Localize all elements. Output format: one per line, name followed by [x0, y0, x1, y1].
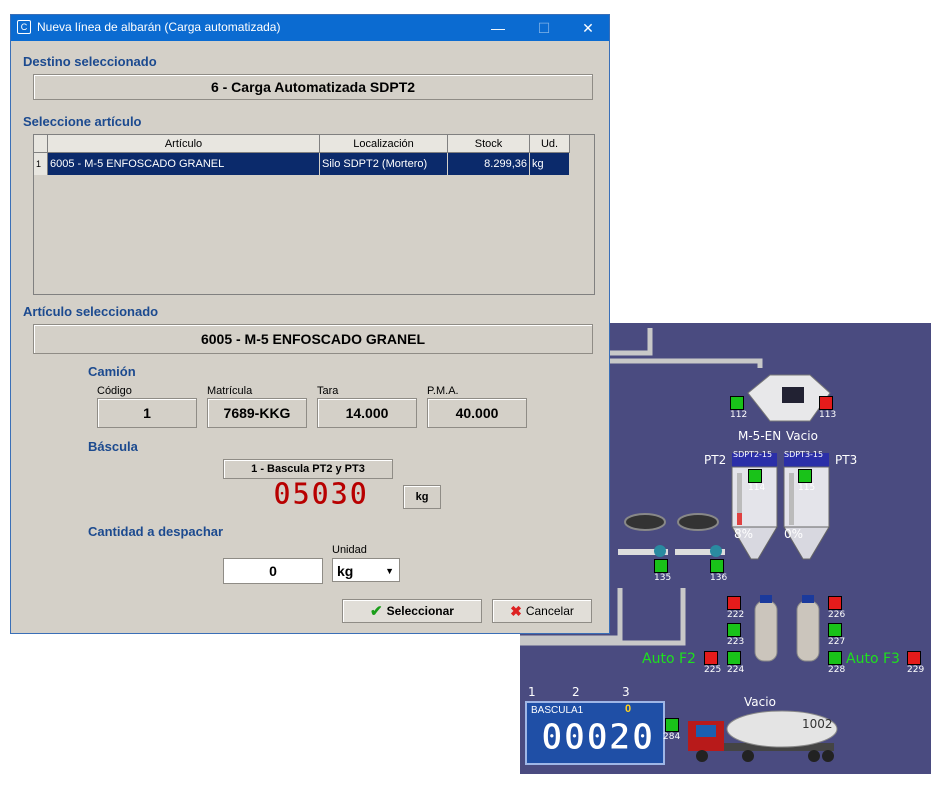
cancelar-button[interactable]: ✖ Cancelar — [492, 599, 592, 623]
label-auto-f3: Auto F3 — [846, 651, 900, 667]
tag-135: 135 — [654, 573, 672, 583]
cell-localizacion[interactable]: Silo SDPT2 (Mortero) — [319, 152, 448, 175]
articulo-grid[interactable]: Artículo Localización Stock Ud. 1 6005 -… — [33, 134, 595, 295]
bascula-reading: 05030 — [272, 477, 369, 513]
unidad-label: Unidad — [332, 544, 367, 556]
status-indicator-112 — [730, 396, 744, 410]
codigo-field: 1 — [97, 398, 197, 428]
status-indicator-226 — [828, 596, 842, 610]
status-indicator-115 — [798, 469, 812, 483]
dialog-window: C Nueva línea de albarán (Carga automati… — [10, 14, 610, 634]
tag-226: 226 — [828, 610, 846, 620]
title-bar[interactable]: C Nueva línea de albarán (Carga automati… — [11, 15, 609, 41]
status-indicator-228 — [828, 651, 842, 665]
row-number: 1 — [34, 152, 48, 175]
label-pt2: PT2 — [704, 453, 727, 467]
maximize-button: ☐ — [537, 20, 551, 36]
scale-tab-2[interactable]: 2 — [572, 685, 580, 699]
tag-223: 223 — [727, 637, 745, 647]
status-indicator-222 — [727, 596, 741, 610]
matricula-label: Matrícula — [207, 385, 253, 397]
bascula1-name: BASCULA1 — [531, 705, 584, 716]
column-stock[interactable]: Stock — [447, 135, 530, 153]
tag-136: 136 — [710, 573, 728, 583]
bascula1-zero: 0 — [625, 703, 632, 715]
status-indicator-284 — [665, 718, 679, 732]
label-vacio-top: Vacio — [786, 429, 818, 443]
status-indicator-223 — [727, 623, 741, 637]
label-pt3: PT3 — [835, 453, 858, 467]
cell-ud[interactable]: kg — [529, 152, 570, 175]
tag-112: 112 — [730, 410, 748, 420]
grid-header-row: Artículo Localización Stock Ud. — [34, 135, 570, 153]
label-pct2: 0% — [784, 527, 804, 541]
column-ud[interactable]: Ud. — [529, 135, 570, 153]
label-vacio-truck: Vacio — [744, 695, 776, 709]
grid-corner — [34, 135, 48, 153]
tag-114: 114 — [748, 483, 766, 493]
tag-222: 222 — [727, 610, 745, 620]
status-indicator-225 — [704, 651, 718, 665]
table-row[interactable]: 1 6005 - M-5 ENFOSCADO GRANEL Silo SDPT2… — [34, 152, 570, 175]
scale-tab-3[interactable]: 3 — [622, 685, 630, 699]
articulo-seleccionado-label: Artículo seleccionado — [23, 304, 159, 319]
unidad-select-value: kg — [337, 563, 354, 579]
window-title: Nueva línea de albarán (Carga automatiza… — [37, 20, 281, 34]
close-button[interactable]: ✕ — [565, 15, 611, 41]
column-articulo[interactable]: Artículo — [47, 135, 320, 153]
bascula1-display: BASCULA1 0 00020 — [525, 701, 665, 765]
label-auto-f2: Auto F2 — [642, 651, 696, 667]
tag-225: 225 — [704, 665, 722, 675]
cantidad-input[interactable]: 0 — [223, 558, 323, 584]
bascula-label: Báscula — [88, 439, 138, 454]
articulo-seleccionado-field: 6005 - M-5 ENFOSCADO GRANEL — [33, 324, 593, 354]
tag-228: 228 — [828, 665, 846, 675]
cancelar-label: Cancelar — [525, 604, 574, 618]
bascula1-value: 00020 — [540, 717, 655, 759]
cell-stock[interactable]: 8.299,36 — [447, 152, 530, 175]
column-localizacion[interactable]: Localización — [319, 135, 448, 153]
app-icon: C — [17, 20, 31, 34]
scale-tab-1[interactable]: 1 — [528, 685, 536, 699]
tag-224: 224 — [727, 665, 745, 675]
tag-227: 227 — [828, 637, 846, 647]
cantidad-label: Cantidad a despachar — [88, 524, 224, 539]
bascula-name-field: 1 - Bascula PT2 y PT3 — [223, 459, 393, 479]
label-silo1: SDPT2-15 — [733, 450, 773, 459]
codigo-label: Código — [97, 385, 132, 397]
unidad-select[interactable]: kg ▼ — [332, 558, 400, 582]
pma-field: 40.000 — [427, 398, 527, 428]
articulo-grid-label: Seleccione artículo — [23, 114, 142, 129]
label-pct1: 8% — [734, 527, 754, 541]
label-m5: M-5-EN — [738, 429, 782, 443]
seleccionar-button[interactable]: ✔ Seleccionar — [342, 599, 482, 623]
cell-articulo[interactable]: 6005 - M-5 ENFOSCADO GRANEL — [47, 152, 320, 175]
cancel-x-icon: ✖ — [510, 602, 522, 619]
destino-label: Destino seleccionado — [23, 54, 157, 69]
camion-label: Camión — [88, 364, 136, 379]
status-indicator-135 — [654, 559, 668, 573]
matricula-field: 7689-KKG — [207, 398, 307, 428]
status-indicator-227 — [828, 623, 842, 637]
minimize-button[interactable]: — — [475, 15, 521, 41]
pma-label: P.M.A. — [427, 385, 459, 397]
destino-field: 6 - Carga Automatizada SDPT2 — [33, 74, 593, 100]
bascula-unit: kg — [403, 485, 441, 509]
label-truck-num: 1002 — [802, 717, 833, 731]
status-indicator-229 — [907, 651, 921, 665]
tara-label: Tara — [317, 385, 339, 397]
tag-229: 229 — [907, 665, 925, 675]
tag-113: 113 — [819, 410, 837, 420]
chevron-down-icon: ▼ — [385, 566, 394, 576]
tara-field: 14.000 — [317, 398, 417, 428]
tag-284: 284 — [663, 732, 681, 742]
status-indicator-113 — [819, 396, 833, 410]
seleccionar-label: Seleccionar — [386, 604, 454, 618]
status-indicator-136 — [710, 559, 724, 573]
status-indicator-114 — [748, 469, 762, 483]
label-silo2: SDPT3-15 — [784, 450, 824, 459]
checkmark-icon: ✔ — [370, 603, 383, 620]
tag-115: 115 — [798, 483, 816, 493]
status-indicator-224 — [727, 651, 741, 665]
